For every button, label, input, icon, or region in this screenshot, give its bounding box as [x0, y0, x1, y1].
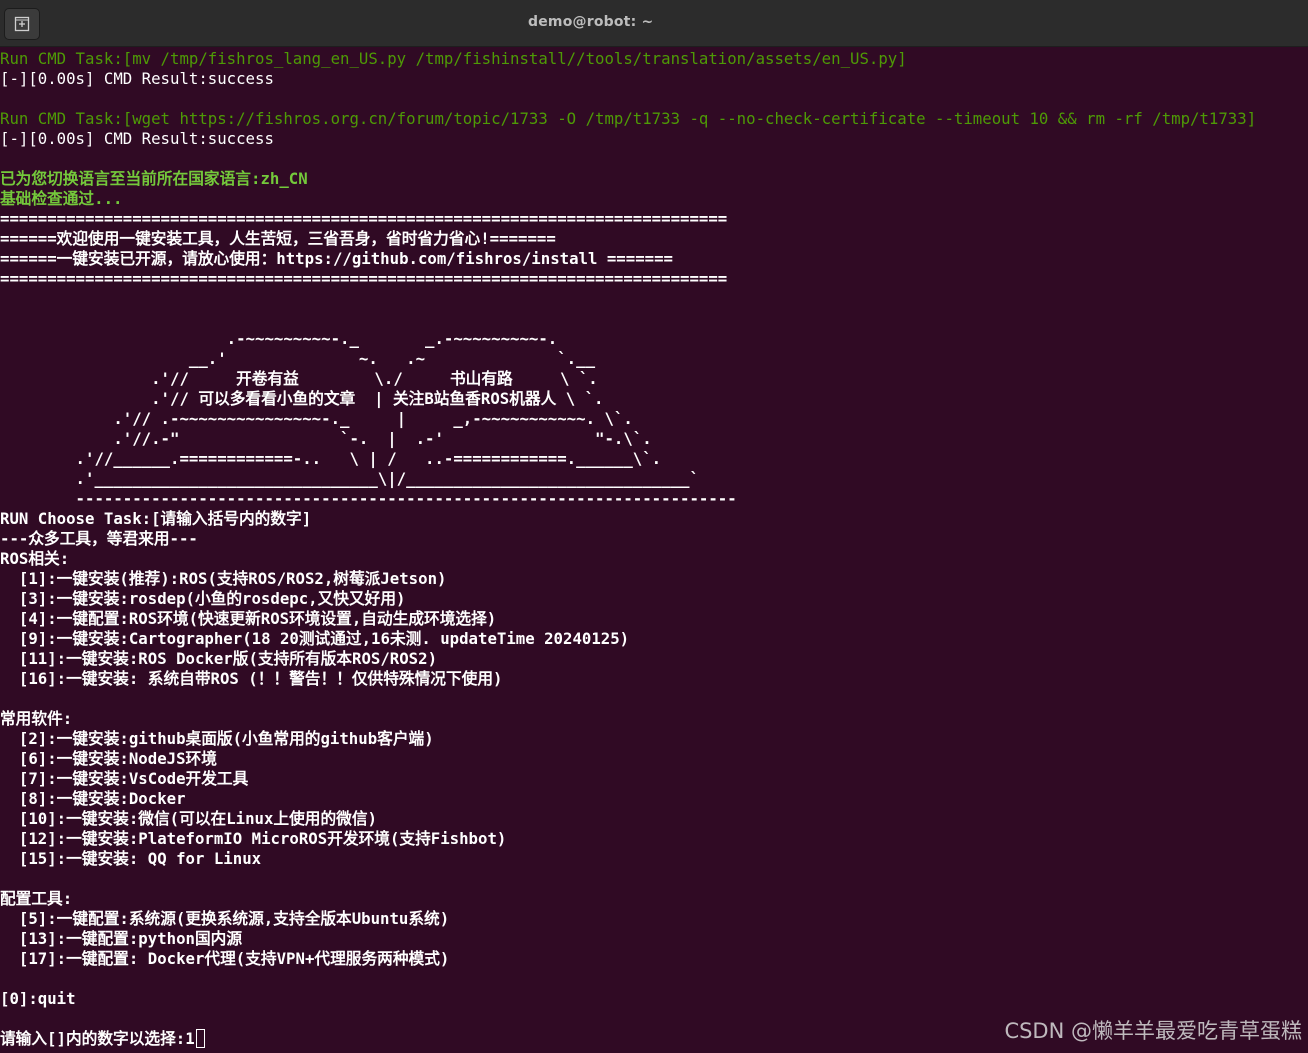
- terminal-line: Run CMD Task:[wget https://fishros.org.c…: [0, 109, 1257, 128]
- terminal-line: [12]:一键安装:PlateformIO MicroROS开发环境(支持Fis…: [0, 829, 507, 848]
- prompt-label: 请输入[]内的数字以选择:: [0, 1029, 186, 1048]
- terminal-line: [13]:一键配置:python国内源: [0, 929, 243, 948]
- terminal-line: ========================================…: [0, 209, 728, 228]
- terminal-line: [0]:quit: [0, 989, 76, 1008]
- terminal-line: .'// 开卷有益 \./ 书山有路 \ `.: [0, 369, 598, 388]
- terminal-line: [1]:一键安装(推荐):ROS(支持ROS/ROS2,树莓派Jetson): [0, 569, 447, 588]
- window-title: demo@robot: ~: [528, 14, 654, 30]
- terminal-line: [9]:一键安装:Cartographer(18 20测试通过,16未测. up…: [0, 629, 630, 648]
- watermark: CSDN @懒羊羊最爱吃青草蛋糕: [1004, 1019, 1302, 1043]
- terminal-line: .-~~~~~~~~~-._ _.-~~~~~~~~~-.: [0, 329, 558, 348]
- terminal-line: .'// .-~~~~~~~~~~~~~~~-._ | _,-~~~~~~~~~…: [0, 409, 633, 428]
- terminal-line: [7]:一键安装:VsCode开发工具: [0, 769, 249, 788]
- terminal-line: __.' ~. .~ `.__: [0, 349, 596, 368]
- text-cursor: [195, 1029, 205, 1048]
- terminal-line: ROS相关:: [0, 549, 70, 568]
- terminal-line: Run CMD Task:[mv /tmp/fishros_lang_en_US…: [0, 49, 907, 68]
- terminal-line: [11]:一键安装:ROS Docker版(支持所有版本ROS/ROS2): [0, 649, 438, 668]
- terminal-line: [-][0.00s] CMD Result:success: [0, 69, 274, 88]
- terminal-line: [3]:一键安装:rosdep(小鱼的rosdepc,又快又好用): [0, 589, 406, 608]
- terminal-line: 已为您切换语言至当前所在国家语言:zh_CN: [0, 169, 308, 188]
- terminal-line: [4]:一键配置:ROS环境(快速更新ROS环境设置,自动生成环境选择): [0, 609, 497, 628]
- terminal-line: [5]:一键配置:系统源(更换系统源,支持全版本Ubuntu系统): [0, 909, 450, 928]
- terminal-line: .'______________________________\|/_____…: [0, 469, 699, 488]
- terminal-line: ---众多工具，等君来用---: [0, 529, 198, 548]
- terminal-line: [6]:一键安装:NodeJS环境: [0, 749, 217, 768]
- terminal-line: ======欢迎使用一键安装工具，人生苦短，三省吾身，省时省力省心!======…: [0, 229, 556, 248]
- terminal-line: 常用软件:: [0, 709, 73, 728]
- terminal-line: ======一键安装已开源，请放心使用：https://github.com/f…: [0, 249, 673, 268]
- terminal-window: demo@robot: ~ Run CMD Task:[mv /tmp/fish…: [0, 0, 1308, 1053]
- terminal-line: .'//.-" `-. | .-' "-.\`.: [0, 429, 652, 448]
- terminal-line: 基础检查通过...: [0, 189, 123, 208]
- terminal-line: 配置工具:: [0, 889, 73, 908]
- terminal-line: .'//______.============-.. \ | / ..-====…: [0, 449, 662, 468]
- terminal-line: ----------------------------------------…: [0, 489, 737, 508]
- title-bar: demo@robot: ~: [0, 0, 1308, 47]
- terminal-line: [10]:一键安装:微信(可以在Linux上使用的微信): [0, 809, 377, 828]
- terminal-line: ========================================…: [0, 269, 728, 288]
- terminal-line: RUN Choose Task:[请输入括号内的数字]: [0, 509, 312, 528]
- prompt-input-value[interactable]: 1: [185, 1029, 194, 1048]
- terminal-output[interactable]: Run CMD Task:[mv /tmp/fishros_lang_en_US…: [0, 49, 1308, 1053]
- terminal-line: [-][0.00s] CMD Result:success: [0, 129, 274, 148]
- terminal-line: [16]:一键安装: 系统自带ROS (！！警告！！仅供特殊情况下使用): [0, 669, 503, 688]
- terminal-line: [17]:一键配置: Docker代理(支持VPN+代理服务两种模式): [0, 949, 450, 968]
- terminal-line: [2]:一键安装:github桌面版(小鱼常用的github客户端): [0, 729, 434, 748]
- terminal-line: .'// 可以多看看小鱼的文章 | 关注B站鱼香ROS机器人 \ `.: [0, 389, 604, 408]
- terminal-line: [15]:一键安装: QQ for Linux: [0, 849, 262, 868]
- terminal-line: [8]:一键安装:Docker: [0, 789, 186, 808]
